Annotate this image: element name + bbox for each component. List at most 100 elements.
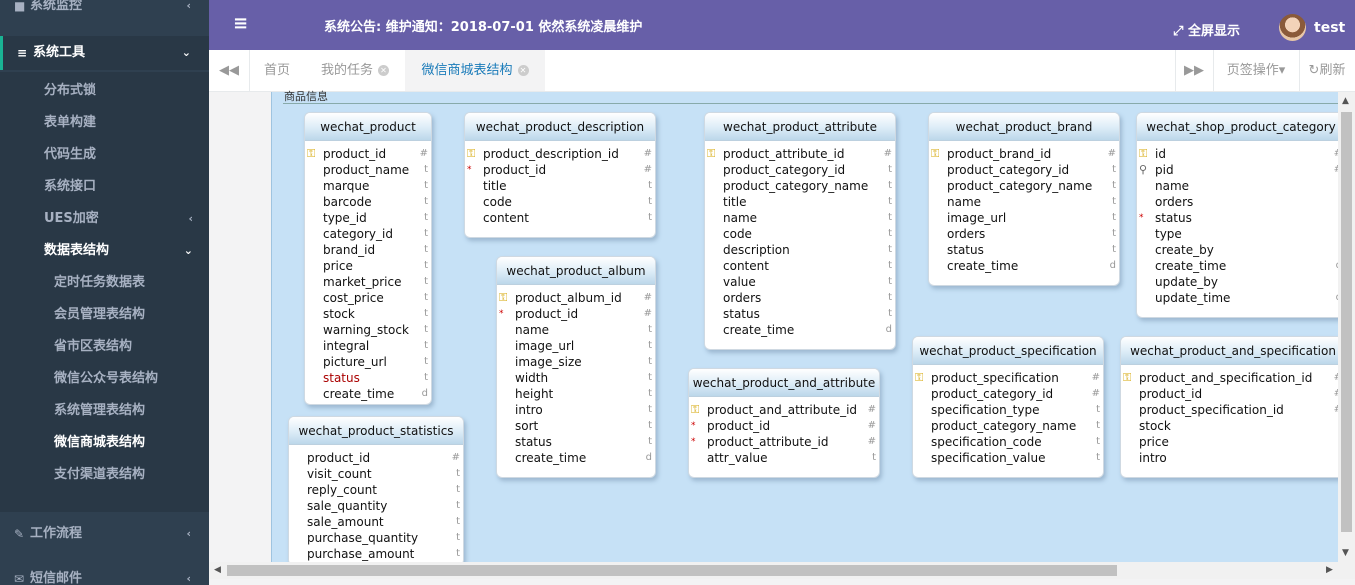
sidebar-item-sms[interactable]: ✉ 短信邮件 ‹ [0,563,209,585]
sidebar-item-tools[interactable]: ≡ 系统工具 ⌄ [0,36,209,70]
fullscreen-button[interactable]: ⤢ 全屏显示 [1173,20,1240,39]
sidebar-subitem-region[interactable]: 省市区表结构 [0,331,209,363]
table-field[interactable]: introt [1121,450,1345,466]
table-field[interactable]: picture_url t [305,354,431,370]
table-field[interactable]: ⚲pid# [1137,162,1345,178]
table-field[interactable]: value t [705,274,895,290]
table-field[interactable]: status t [305,370,431,386]
close-icon[interactable]: ✕ [517,65,529,76]
er-table[interactable]: wechat_product_album ⚿ product_album_id # * p… [496,256,656,478]
table-field[interactable]: product_id # [289,450,463,466]
table-field[interactable]: stockt [305,306,431,322]
table-field[interactable]: type_id t [305,210,431,226]
table-field[interactable]: code t [465,194,655,210]
table-field[interactable]: width t [497,370,655,386]
table-field[interactable]: product_category_name t [929,178,1119,194]
table-field[interactable]: product_category_id t [705,162,895,178]
sidebar-item-monitor[interactable]: ■ 系统监控 ‹ [0,0,209,22]
table-field[interactable]: product_category_id t [929,162,1119,178]
table-field[interactable]: orderst [1137,194,1345,210]
table-field[interactable]: image_size t [497,354,655,370]
table-field[interactable]: create_timed [705,322,895,338]
tab-home[interactable]: 首页 [249,50,305,91]
table-field[interactable]: status t [929,242,1119,258]
er-table[interactable]: wechat_product_and_specification ⚿ product… [1120,336,1346,478]
avatar[interactable] [1279,14,1306,41]
scroll-right-icon[interactable]: ▶ [1326,565,1333,575]
sidebar-item-workflow[interactable]: ✎ 工作流程 ‹ [0,518,209,550]
table-field[interactable]: create_timed [1137,258,1345,274]
table-field[interactable]: *statust [1137,210,1345,226]
sidebar-item-ues[interactable]: UES加密 ‹ [0,203,209,235]
scroll-thumb[interactable] [227,565,1117,576]
table-field[interactable]: status t [705,306,895,322]
er-table[interactable]: wechat_shop_product_category⚿id#⚲pid#nam… [1136,112,1346,318]
table-field[interactable]: update_timed [1137,290,1345,306]
tab-my-tasks[interactable]: 我的任务 ✕ [305,50,405,91]
table-field[interactable]: update_byt [1137,274,1345,290]
table-field[interactable]: marque t [305,178,431,194]
table-field[interactable]: name t [929,194,1119,210]
table-field[interactable]: product_specification_id# [1121,402,1345,418]
er-table[interactable]: wechat_product ⚿ product_id # product_name t m… [304,112,432,405]
table-field[interactable]: * product_id # [465,162,655,178]
table-field[interactable]: create_timed [497,450,655,466]
table-field[interactable]: ⚿id# [1137,146,1345,162]
table-field[interactable]: image_url t [497,338,655,354]
table-field[interactable]: attr_value t [689,450,879,466]
table-field[interactable]: purchase_quantity t [289,530,463,546]
table-field[interactable]: product_category_id # [913,386,1103,402]
table-field[interactable]: barcode t [305,194,431,210]
sidebar-subitem-member[interactable]: 会员管理表结构 [0,299,209,331]
sidebar-item-form[interactable]: 表单构建 [0,107,209,139]
table-field[interactable]: image_url t [929,210,1119,226]
scroll-down-icon[interactable]: ▼ [1342,548,1349,558]
table-field[interactable]: ⚿ product_and_attribute_id # [689,402,879,418]
table-field[interactable]: product_category_name t [913,418,1103,434]
sidebar-subitem-sysmgmt[interactable]: 系统管理表结构 [0,395,209,427]
table-field[interactable]: specification_type t [913,402,1103,418]
table-field[interactable]: orderst [705,290,895,306]
table-field[interactable]: ⚿ product_attribute_id # [705,146,895,162]
table-field[interactable]: brand_id t [305,242,431,258]
table-field[interactable]: status t [497,434,655,450]
er-table[interactable]: wechat_product_description ⚿ product_descr… [464,112,656,238]
tab-scroll-left-button[interactable]: ◀◀ [209,50,249,91]
tab-wechat-shop[interactable]: 微信商城表结构 ✕ [405,50,545,91]
sidebar-subitem-wechat-shop[interactable]: 微信商城表结构 [0,427,209,459]
close-icon[interactable]: ✕ [378,65,389,76]
sidebar-item-tables[interactable]: 数据表结构 ⌄ [0,235,209,267]
table-field[interactable]: price t [305,258,431,274]
table-field[interactable]: description t [705,242,895,258]
table-field[interactable]: title t [465,178,655,194]
er-table[interactable]: wechat_product_attribute ⚿ product_attribu… [704,112,896,350]
table-field[interactable]: specification_code t [913,434,1103,450]
table-field[interactable]: cost_price t [305,290,431,306]
table-field[interactable]: product_name t [305,162,431,178]
table-field[interactable]: create_timed [305,386,431,402]
sidebar-item-api[interactable]: 系统接口 [0,171,209,203]
horizontal-scrollbar[interactable]: ◀ ▶ [209,562,1355,579]
table-field[interactable]: typet [1137,226,1345,242]
table-field[interactable]: sale_quantity t [289,498,463,514]
table-field[interactable]: * product_attribute_id # [689,434,879,450]
table-field[interactable]: product_category_name t [705,178,895,194]
tab-scroll-right-button[interactable]: ▶▶ [1175,50,1213,91]
table-field[interactable]: height t [497,386,655,402]
menu-toggle-icon[interactable]: ≡ [233,13,248,34]
table-field[interactable]: stockt [1121,418,1345,434]
table-field[interactable]: content t [465,210,655,226]
user-name[interactable]: test [1314,20,1345,36]
table-field[interactable]: * product_id # [689,418,879,434]
sidebar-item-lock[interactable]: 分布式锁 [0,75,209,107]
table-field[interactable]: ⚿ product_album_id # [497,290,655,306]
sidebar-subitem-wechat-mp[interactable]: 微信公众号表结构 [0,363,209,395]
table-field[interactable]: ⚿ product_brand_id # [929,146,1119,162]
table-field[interactable]: market_price t [305,274,431,290]
table-field[interactable]: specification_value t [913,450,1103,466]
scroll-thumb[interactable] [1341,112,1352,532]
sidebar-item-codegen[interactable]: 代码生成 [0,139,209,171]
table-field[interactable]: integral t [305,338,431,354]
sidebar-subitem-schedule[interactable]: 定时任务数据表 [0,267,209,299]
scroll-left-icon[interactable]: ◀ [214,565,221,575]
